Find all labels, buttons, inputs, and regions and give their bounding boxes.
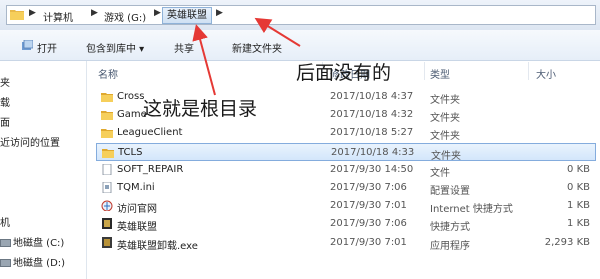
nav-item-favorites[interactable]: 夹 [0, 74, 10, 89]
file-row[interactable]: 英雄联盟 2017/9/30 7:06 快捷方式 1 KB [96, 215, 596, 233]
file-icon [102, 163, 112, 175]
file-date: 2017/10/18 5:27 [330, 127, 414, 139]
internet-shortcut-icon [101, 200, 113, 212]
file-row[interactable]: TCLS 2017/10/18 4:33 文件夹 [96, 142, 596, 162]
file-type: 文件夹 [430, 113, 460, 125]
file-type: 文件夹 [430, 131, 460, 143]
annotation-nothing-after: 后面没有的 [296, 62, 392, 84]
file-row[interactable]: SOFT_REPAIR 2017/9/30 14:50 文件 0 KB [96, 161, 596, 179]
navigation-pane: 夹 载 面 近访问的位置 机 地磁盘 (C:) 地磁盘 (D:) [0, 61, 87, 279]
file-type: 配置设置 [430, 186, 470, 197]
file-row[interactable]: TQM.ini 2017/9/30 7:06 配置设置 0 KB [96, 179, 596, 197]
file-size: 0 KB [567, 182, 590, 193]
ini-file-icon [102, 182, 112, 193]
crumb-computer[interactable]: 计算机 [43, 9, 73, 24]
file-type: Internet 快捷方式 [430, 204, 513, 216]
file-size: 1 KB [567, 200, 590, 212]
file-date: 2017/10/18 4:37 [330, 91, 414, 102]
file-date: 2017/9/30 14:50 [330, 163, 414, 175]
file-type: 文件 [430, 167, 450, 179]
file-type: 文件夹 [431, 150, 461, 162]
chevron-right-icon[interactable]: ▶ [29, 8, 36, 18]
folder-icon [101, 129, 113, 139]
file-type: 快捷方式 [430, 222, 470, 234]
include-in-library-button[interactable]: 包含到库中 ▾ [86, 40, 144, 55]
hard-drive-icon [0, 259, 11, 267]
folder-icon [101, 93, 113, 102]
file-name: 访问官网 [117, 204, 157, 216]
column-header-size[interactable]: 大小 [536, 66, 556, 81]
folder-icon [10, 10, 24, 20]
file-date: 2017/9/30 7:01 [330, 236, 407, 248]
file-size: 1 KB [567, 218, 590, 230]
nav-item-recent-places[interactable]: 近访问的位置 [0, 134, 60, 149]
file-row[interactable]: LeagueClient 2017/10/18 5:27 文件夹 [96, 124, 596, 142]
file-name: 英雄联盟卸载.exe [117, 240, 198, 252]
chevron-right-icon[interactable]: ▶ [216, 8, 223, 18]
breadcrumb[interactable]: ▶ 计算机 ▶ 游戏 (G:) ▶ 英雄联盟 ▶ [6, 5, 596, 25]
game-shortcut-icon [102, 218, 112, 230]
nav-item-downloads[interactable]: 载 [0, 94, 10, 109]
file-date: 2017/9/30 7:06 [330, 182, 407, 193]
file-row[interactable]: 英雄联盟卸载.exe 2017/9/30 7:01 应用程序 2,293 KB [96, 234, 596, 252]
file-size: 2,293 KB [544, 236, 590, 248]
folder-icon [102, 148, 114, 158]
new-folder-button[interactable]: 新建文件夹 [232, 40, 282, 55]
chevron-right-icon[interactable]: ▶ [91, 8, 98, 18]
file-type: 应用程序 [430, 240, 470, 252]
crumb-drive-g[interactable]: 游戏 (G:) [104, 9, 146, 24]
crumb-current-folder[interactable]: 英雄联盟 [162, 7, 212, 24]
column-divider[interactable] [424, 62, 425, 80]
file-date: 2017/9/30 7:01 [330, 200, 407, 212]
hard-drive-icon [0, 239, 11, 247]
file-name: Cross [117, 91, 145, 102]
folder-icon [101, 111, 113, 121]
nav-item-drive-c[interactable]: 地磁盘 (C:) [0, 234, 64, 249]
file-date: 2017/9/30 7:06 [330, 218, 407, 230]
column-header-type[interactable]: 类型 [430, 66, 450, 81]
chevron-right-icon[interactable]: ▶ [154, 8, 161, 18]
column-divider[interactable] [528, 62, 529, 80]
address-bar: ▶ 计算机 ▶ 游戏 (G:) ▶ 英雄联盟 ▶ [0, 0, 600, 31]
uninstaller-app-icon [102, 236, 112, 248]
file-name: TQM.ini [117, 182, 155, 193]
file-row[interactable]: 访问官网 2017/9/30 7:01 Internet 快捷方式 1 KB [96, 197, 596, 215]
command-bar: 打开 包含到库中 ▾ 共享 新建文件夹 [0, 30, 600, 61]
open-icon [22, 40, 33, 50]
file-date: 2017/10/18 4:33 [331, 146, 415, 158]
file-name: 英雄联盟 [117, 222, 157, 234]
nav-item-computer[interactable]: 机 [0, 214, 10, 229]
share-button[interactable]: 共享 [174, 40, 194, 55]
open-button[interactable]: 打开 [37, 40, 57, 55]
file-name: TCLS [118, 146, 143, 158]
annotation-root-directory: 这就是根目录 [143, 98, 258, 120]
file-type: 文件夹 [430, 95, 460, 106]
file-size: 0 KB [567, 163, 590, 175]
file-name: LeagueClient [117, 127, 183, 139]
file-name: SOFT_REPAIR [117, 163, 184, 175]
nav-item-drive-d[interactable]: 地磁盘 (D:) [0, 254, 65, 269]
nav-item-desktop[interactable]: 面 [0, 114, 10, 129]
column-header-name[interactable]: 名称 [98, 66, 118, 81]
file-date: 2017/10/18 4:32 [330, 109, 414, 121]
